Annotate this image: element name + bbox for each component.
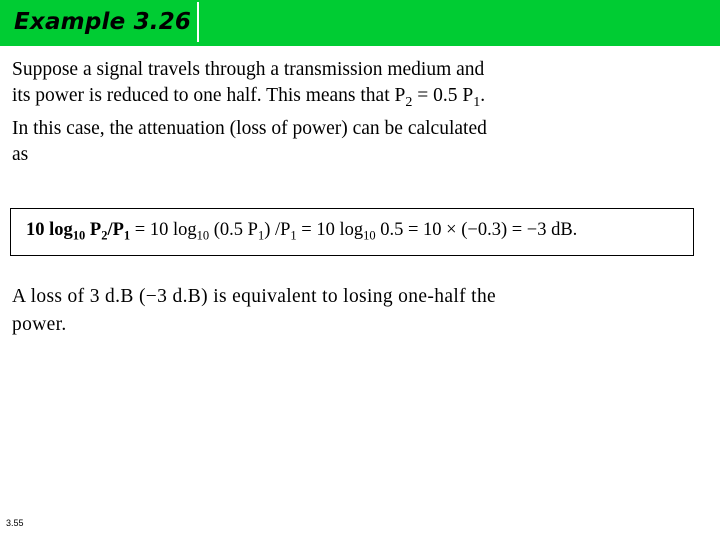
- body-paragraph: Suppose a signal travels through a trans…: [12, 57, 704, 168]
- formula-sub-1: 10: [72, 228, 86, 243]
- body-line-2-a: its power is reduced to one half. This m…: [12, 85, 406, 106]
- body-line-4: as: [12, 143, 29, 165]
- formula-part-4: = 10 log: [130, 220, 197, 241]
- closing-line-1: A loss of 3 d.B (−3 d.B) is equivalent t…: [12, 286, 497, 307]
- body-line-1: Suppose a signal travels through a trans…: [12, 59, 485, 80]
- body-line-2-b: = 0.5 P: [412, 85, 474, 106]
- formula-part-2: P: [85, 220, 102, 241]
- closing-paragraph: A loss of 3 d.B (−3 d.B) is equivalent t…: [12, 283, 704, 339]
- formula-part-1: 10 log: [26, 220, 73, 241]
- formula-part-7: = 10 log: [296, 220, 364, 241]
- formula-part-8: 0.5 = 10 × (−0.3) = −3 dB.: [375, 220, 578, 241]
- formula-sub-7: 10: [363, 228, 376, 243]
- closing-line-2: power.: [12, 314, 67, 335]
- page-title: Example 3.26: [14, 9, 192, 35]
- body-line-2-c: .: [480, 85, 486, 106]
- formula-expression: 10 log10 P2/P1 = 10 log10 (0.5 P1) /P1 =…: [11, 220, 577, 244]
- slide: Example 3.26 Suppose a signal travels th…: [0, 0, 720, 540]
- formula-part-5: (0.5 P: [209, 220, 258, 241]
- page-number: 3.55: [6, 518, 24, 528]
- formula-sub-4: 10: [196, 228, 210, 243]
- header-title-box: Example 3.26: [14, 2, 200, 42]
- header-band: Example 3.26: [0, 0, 720, 46]
- formula-part-3: /P: [107, 220, 124, 241]
- formula-part-6: ) /P: [264, 220, 291, 241]
- body-line-3: In this case, the attenuation (loss of p…: [12, 117, 487, 139]
- formula-box: 10 log10 P2/P1 = 10 log10 (0.5 P1) /P1 =…: [10, 208, 694, 256]
